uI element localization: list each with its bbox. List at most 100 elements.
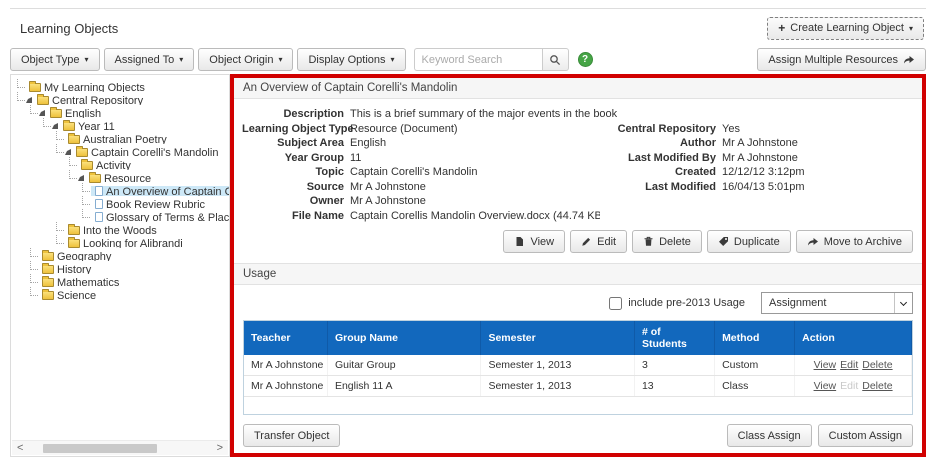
tree-item[interactable]: Australian Poetry bbox=[15, 131, 229, 144]
duplicate-button[interactable]: Duplicate bbox=[707, 230, 791, 253]
field-label: Learning Object Type bbox=[242, 122, 350, 137]
tree-item[interactable]: Geography bbox=[15, 248, 229, 261]
field-value: Captain Corellis Mandolin Overview.docx … bbox=[350, 209, 600, 224]
button-label: Move to Archive bbox=[824, 236, 902, 248]
tree-node[interactable]: Captain Corelli's Mandolin bbox=[73, 147, 220, 157]
help-icon[interactable]: ? bbox=[578, 52, 593, 67]
tree-item[interactable]: Glossary of Terms & Places bbox=[15, 209, 229, 222]
tree-item[interactable]: Central Repository bbox=[15, 92, 229, 105]
field-value: Mr A Johnstone bbox=[350, 180, 600, 195]
tree-item-label: My Learning Objects bbox=[44, 82, 145, 92]
tree-node[interactable]: English bbox=[47, 108, 103, 118]
tree-panel: My Learning Objects Central Repository Eng… bbox=[10, 74, 230, 457]
delete-link[interactable]: Delete bbox=[862, 359, 892, 371]
tree-item[interactable]: My Learning Objects bbox=[15, 79, 229, 92]
tree-item-label: Captain Corelli's Mandolin bbox=[91, 147, 218, 157]
view-link[interactable]: View bbox=[814, 380, 837, 392]
view-link[interactable]: View bbox=[814, 359, 837, 371]
filter-assigned-to-button[interactable]: Assigned To ▾ bbox=[104, 48, 195, 71]
tree-item[interactable]: Resource bbox=[15, 170, 229, 183]
tree-node[interactable]: My Learning Objects bbox=[26, 82, 147, 92]
table-cell: Semester 1, 2013 bbox=[481, 376, 635, 397]
app: Learning Objects + Create Learning Objec… bbox=[0, 8, 932, 457]
usage-controls: include pre-2013 Usage Assignment bbox=[234, 285, 922, 320]
tree-node[interactable]: Into the Woods bbox=[65, 225, 159, 235]
tree-item[interactable]: Captain Corelli's Mandolin bbox=[15, 144, 229, 157]
tree-connector bbox=[56, 144, 64, 153]
table-cell: Class bbox=[715, 376, 795, 397]
tree-node[interactable]: An Overview of Captain Corelli's Mandoli… bbox=[91, 186, 229, 196]
tree-node[interactable]: Resource bbox=[86, 173, 153, 183]
column-header: Teacher bbox=[244, 321, 327, 355]
button-label: Duplicate bbox=[734, 236, 780, 248]
folder-icon bbox=[63, 122, 75, 131]
scroll-left-arrow[interactable]: < bbox=[17, 442, 23, 455]
tree-node[interactable]: History bbox=[39, 264, 93, 274]
tree-item-label: Book Review Rubric bbox=[106, 199, 205, 209]
tree-node[interactable]: Looking for Alibrandi bbox=[65, 238, 185, 248]
tree-item[interactable]: English bbox=[15, 105, 229, 118]
field-label: Source bbox=[242, 180, 350, 195]
tree-node[interactable]: Mathematics bbox=[39, 277, 121, 287]
custom-assign-button[interactable]: Custom Assign bbox=[818, 424, 913, 447]
pencil-icon bbox=[581, 236, 592, 247]
filter-object-origin-button[interactable]: Object Origin ▾ bbox=[198, 48, 293, 71]
tree-node[interactable]: Year 11 bbox=[60, 121, 117, 131]
scroll-right-arrow[interactable]: > bbox=[217, 442, 223, 455]
tree-item[interactable]: Into the Woods bbox=[15, 222, 229, 235]
tree-node[interactable]: Central Repository bbox=[34, 95, 145, 105]
tree-item[interactable]: Book Review Rubric bbox=[15, 196, 229, 209]
tree-node[interactable]: Book Review Rubric bbox=[91, 199, 207, 209]
search-button[interactable] bbox=[542, 48, 569, 71]
button-label: Assign Multiple Resources bbox=[768, 54, 898, 66]
usage-filter-select[interactable]: Assignment bbox=[761, 292, 913, 314]
tree-connector bbox=[17, 92, 25, 101]
tree-item[interactable]: Mathematics bbox=[15, 274, 229, 287]
tree-scrollbar[interactable]: < > bbox=[12, 440, 228, 455]
edit-link[interactable]: Edit bbox=[840, 359, 858, 371]
tree-node[interactable]: Australian Poetry bbox=[65, 134, 169, 144]
tree-item[interactable]: Science bbox=[15, 287, 229, 300]
plus-icon: + bbox=[778, 21, 785, 35]
tree-item[interactable]: History bbox=[15, 261, 229, 274]
filter-object-type-button[interactable]: Object Type ▾ bbox=[10, 48, 100, 71]
scrollbar-thumb[interactable] bbox=[43, 444, 157, 453]
tree-item[interactable]: Activity bbox=[15, 157, 229, 170]
search-icon bbox=[549, 54, 561, 66]
tree-item-label: Year 11 bbox=[78, 121, 115, 131]
field-value: Yes bbox=[722, 122, 914, 137]
move-to-archive-button[interactable]: Move to Archive bbox=[796, 230, 913, 253]
table-cell: Semester 1, 2013 bbox=[481, 355, 635, 376]
tree-node[interactable]: Activity bbox=[78, 160, 133, 170]
caret-down-icon: ▾ bbox=[179, 55, 183, 64]
tree-connector bbox=[30, 261, 38, 270]
search-input[interactable] bbox=[414, 48, 542, 71]
delete-link[interactable]: Delete bbox=[862, 380, 892, 392]
tree-item[interactable]: Year 11 bbox=[15, 118, 229, 131]
tag-icon bbox=[718, 236, 729, 247]
tree-node[interactable]: Science bbox=[39, 290, 98, 300]
tree-item[interactable]: An Overview of Captain Corelli's Mandoli… bbox=[15, 183, 229, 196]
scrollbar-track[interactable] bbox=[28, 444, 211, 453]
tree-connector bbox=[69, 157, 77, 166]
tree-node[interactable]: Geography bbox=[39, 251, 113, 261]
tree-item-label: History bbox=[57, 264, 91, 274]
class-assign-button[interactable]: Class Assign bbox=[727, 424, 812, 447]
transfer-object-button[interactable]: Transfer Object bbox=[243, 424, 340, 447]
assign-multiple-resources-button[interactable]: Assign Multiple Resources bbox=[757, 48, 926, 71]
tree-connector bbox=[69, 170, 77, 179]
folder-icon bbox=[37, 96, 49, 105]
delete-button[interactable]: Delete bbox=[632, 230, 702, 253]
tree-connector bbox=[30, 105, 38, 114]
filter-display-options-button[interactable]: Display Options ▾ bbox=[297, 48, 405, 71]
view-button[interactable]: View bbox=[503, 230, 565, 253]
field-label: Last Modified bbox=[600, 180, 722, 195]
edit-link: Edit bbox=[840, 380, 858, 392]
footer-right-buttons: Class Assign Custom Assign bbox=[727, 424, 913, 447]
tree-item[interactable]: Looking for Alibrandi bbox=[15, 235, 229, 248]
folder-icon bbox=[29, 83, 41, 92]
create-learning-object-button[interactable]: + Create Learning Object ▾ bbox=[767, 17, 924, 40]
tree-node[interactable]: Glossary of Terms & Places bbox=[91, 212, 229, 222]
include-pre-2013-checkbox[interactable] bbox=[609, 297, 622, 310]
edit-button[interactable]: Edit bbox=[570, 230, 627, 253]
